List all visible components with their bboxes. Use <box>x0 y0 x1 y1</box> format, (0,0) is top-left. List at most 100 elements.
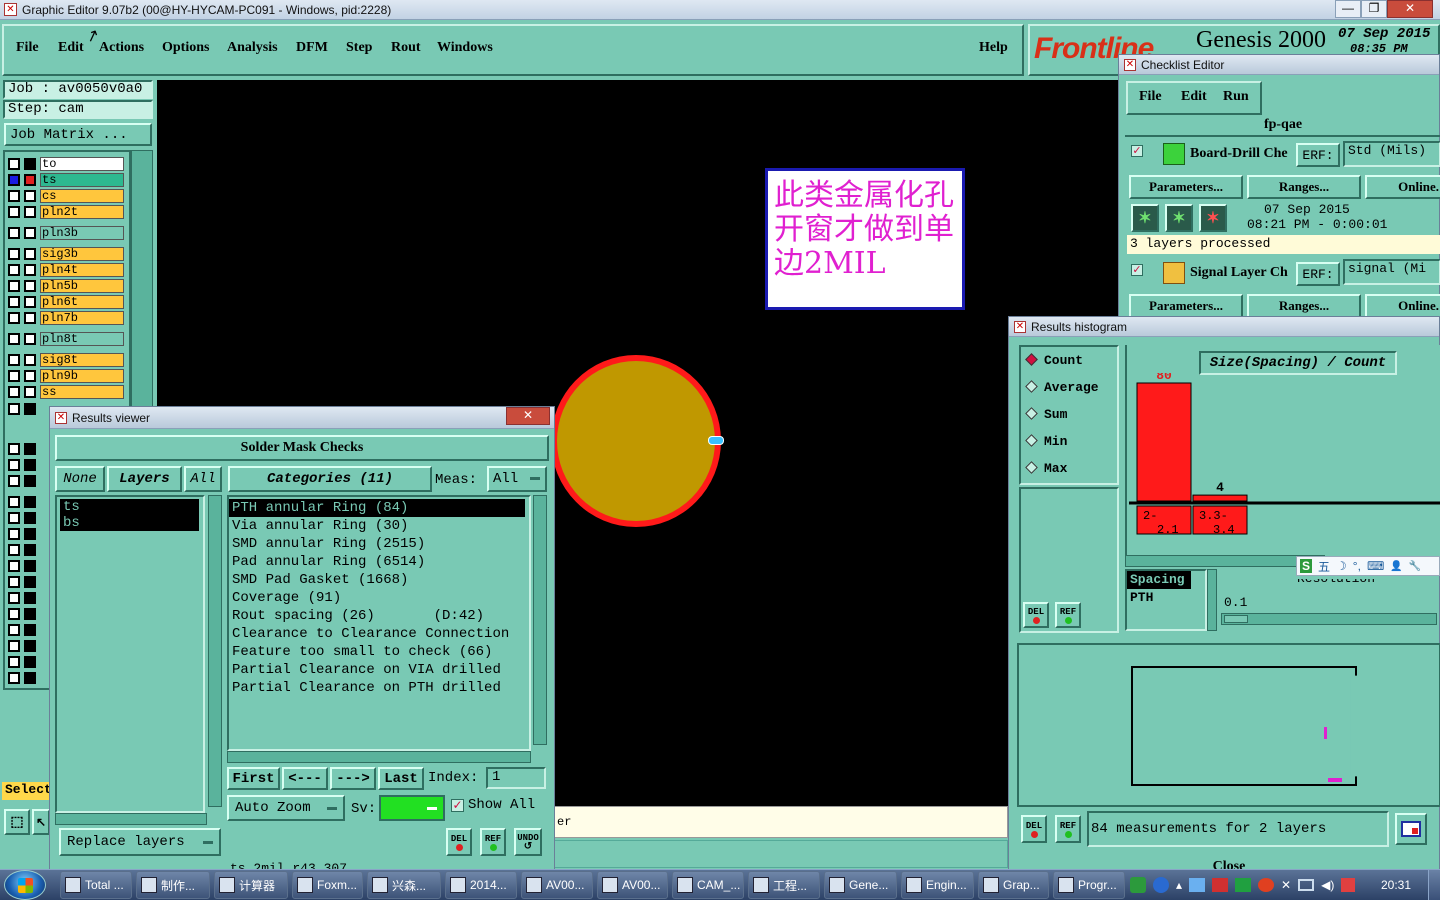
ref-button[interactable]: REF <box>480 828 506 856</box>
ime-user-icon[interactable]: 👤 <box>1390 561 1402 572</box>
taskbar-item[interactable]: Engin... <box>901 871 974 899</box>
histogram-field-item[interactable]: Spacing <box>1127 571 1191 589</box>
menu-edit[interactable]: Edit <box>58 40 84 56</box>
layer-affected-checkbox[interactable] <box>24 190 36 202</box>
layer-affected-checkbox[interactable] <box>24 312 36 324</box>
ime-settings-icon[interactable]: 🔧 <box>1409 561 1421 572</box>
category-item[interactable]: Via annular Ring (30) <box>229 517 529 535</box>
layer-affected-checkbox[interactable] <box>24 592 36 604</box>
previous-button[interactable]: <--- <box>282 767 328 790</box>
layer-row[interactable] <box>8 511 38 525</box>
app-tray-icon[interactable] <box>1258 878 1275 892</box>
sogou-tray-icon[interactable] <box>1130 877 1146 893</box>
close-tray-icon[interactable]: ✕ <box>1281 878 1291 892</box>
taskbar-item[interactable]: AV00... <box>597 871 668 899</box>
layer-affected-checkbox[interactable] <box>24 296 36 308</box>
taskbar-item[interactable]: Progr... <box>1053 871 1125 899</box>
pth-pad[interactable] <box>551 355 721 527</box>
menu-file[interactable]: File <box>16 40 39 56</box>
category-item[interactable]: Pad annular Ring (6514) <box>229 553 529 571</box>
layer-row-pln4t[interactable]: pln4t <box>8 263 124 277</box>
category-item[interactable]: SMD Pad Gasket (1668) <box>229 571 529 589</box>
check1-checkbox[interactable]: ✓ <box>1131 145 1143 157</box>
category-item[interactable]: Feature too small to check (66) <box>229 643 529 661</box>
layer-visibility-checkbox[interactable] <box>8 354 20 366</box>
layer-affected-checkbox[interactable] <box>24 560 36 572</box>
ime-punct-icon[interactable]: °, <box>1353 559 1361 573</box>
layer-row[interactable] <box>8 495 38 509</box>
layer-affected-checkbox[interactable] <box>24 370 36 382</box>
select-tool-button[interactable]: ↖ <box>32 809 50 835</box>
layer-affected-checkbox[interactable] <box>24 576 36 588</box>
layer-row-ts[interactable]: ts <box>8 173 124 187</box>
layer-row[interactable] <box>8 639 38 653</box>
layer-visibility-checkbox[interactable] <box>8 528 20 540</box>
layer-row[interactable] <box>8 458 38 472</box>
layer-affected-checkbox[interactable] <box>24 608 36 620</box>
check1-online-button[interactable]: Online. <box>1365 175 1440 199</box>
preview-ref-button[interactable]: REF <box>1055 815 1081 843</box>
layer-visibility-checkbox[interactable] <box>8 475 20 487</box>
ime-moon-icon[interactable]: ☽ <box>1336 559 1347 573</box>
menu-windows[interactable]: Windows <box>437 40 493 56</box>
layer-affected-checkbox[interactable] <box>24 544 36 556</box>
menu-step[interactable]: Step <box>346 40 372 56</box>
undo-button[interactable]: UNDO ↺ <box>514 828 542 856</box>
layers-button[interactable]: Layers <box>107 466 182 492</box>
layer-visibility-checkbox[interactable] <box>8 386 20 398</box>
menu-rout[interactable]: Rout <box>391 40 421 56</box>
checklist-menu-file[interactable]: File <box>1139 89 1162 105</box>
taskbar-item[interactable]: AV00... <box>521 871 593 899</box>
layer-affected-checkbox[interactable] <box>24 248 36 260</box>
result-layer-item[interactable]: bs <box>60 515 199 531</box>
layer-visibility-checkbox[interactable] <box>8 264 20 276</box>
layer-affected-checkbox[interactable] <box>24 528 36 540</box>
histogram-option-min[interactable]: Min <box>1025 434 1067 449</box>
field-list-vscroll[interactable] <box>1207 569 1217 631</box>
layer-visibility-checkbox[interactable] <box>8 190 20 202</box>
check1-name[interactable]: Board-Drill Che <box>1190 146 1296 162</box>
layer-row-pln7b[interactable]: pln7b <box>8 311 124 325</box>
taskbar-item[interactable]: 兴森... <box>367 871 441 899</box>
layer-row[interactable] <box>8 591 38 605</box>
layer-row[interactable] <box>8 607 38 621</box>
layer-row[interactable] <box>8 623 38 637</box>
layer-visibility-checkbox[interactable] <box>8 624 20 636</box>
layer-visibility-checkbox[interactable] <box>8 512 20 524</box>
category-item[interactable]: SMD annular Ring (2515) <box>229 535 529 553</box>
check2-ranges-button[interactable]: Ranges... <box>1247 294 1361 318</box>
auto-zoom-dropdown[interactable]: Auto Zoom <box>227 795 345 821</box>
checklist-menu-run[interactable]: Run <box>1223 89 1249 105</box>
layer-affected-checkbox[interactable] <box>24 443 36 455</box>
layer-row-pln6t[interactable]: pln6t <box>8 295 124 309</box>
layer-row[interactable] <box>8 527 38 541</box>
layer-visibility-checkbox[interactable] <box>8 592 20 604</box>
meas-dropdown[interactable]: All <box>487 466 547 492</box>
layer-visibility-checkbox[interactable] <box>8 443 20 455</box>
histogram-option-average[interactable]: Average <box>1025 380 1099 395</box>
layer-row[interactable] <box>8 474 38 488</box>
run-check-button[interactable]: ✶ <box>1131 204 1159 232</box>
layer-visibility-checkbox[interactable] <box>8 174 20 186</box>
category-item[interactable]: Coverage (91) <box>229 589 529 607</box>
layer-visibility-checkbox[interactable] <box>8 158 20 170</box>
layer-visibility-checkbox[interactable] <box>8 608 20 620</box>
layer-affected-checkbox[interactable] <box>24 640 36 652</box>
layer-affected-checkbox[interactable] <box>24 459 36 471</box>
histogram-ref-button[interactable]: REF <box>1055 602 1081 628</box>
layer-row[interactable] <box>8 442 38 456</box>
layer-row[interactable] <box>8 671 38 685</box>
index-input[interactable]: 1 <box>486 767 546 789</box>
ime-logo-icon[interactable]: S <box>1300 559 1313 573</box>
show-desktop-button[interactable] <box>1428 870 1440 900</box>
menu-options[interactable]: Options <box>162 40 209 56</box>
chevron-up-icon[interactable]: ▴ <box>1176 878 1182 892</box>
histogram-hscroll[interactable] <box>1125 555 1325 567</box>
taskbar-item[interactable]: Grap... <box>978 871 1049 899</box>
taskbar-item[interactable]: 制作... <box>136 871 210 899</box>
resolution-slider-thumb[interactable] <box>1224 615 1248 623</box>
layer-affected-checkbox[interactable] <box>24 158 36 170</box>
check2-online-button[interactable]: Online. <box>1365 294 1440 318</box>
layer-affected-checkbox[interactable] <box>24 656 36 668</box>
last-button[interactable]: Last <box>378 767 424 790</box>
